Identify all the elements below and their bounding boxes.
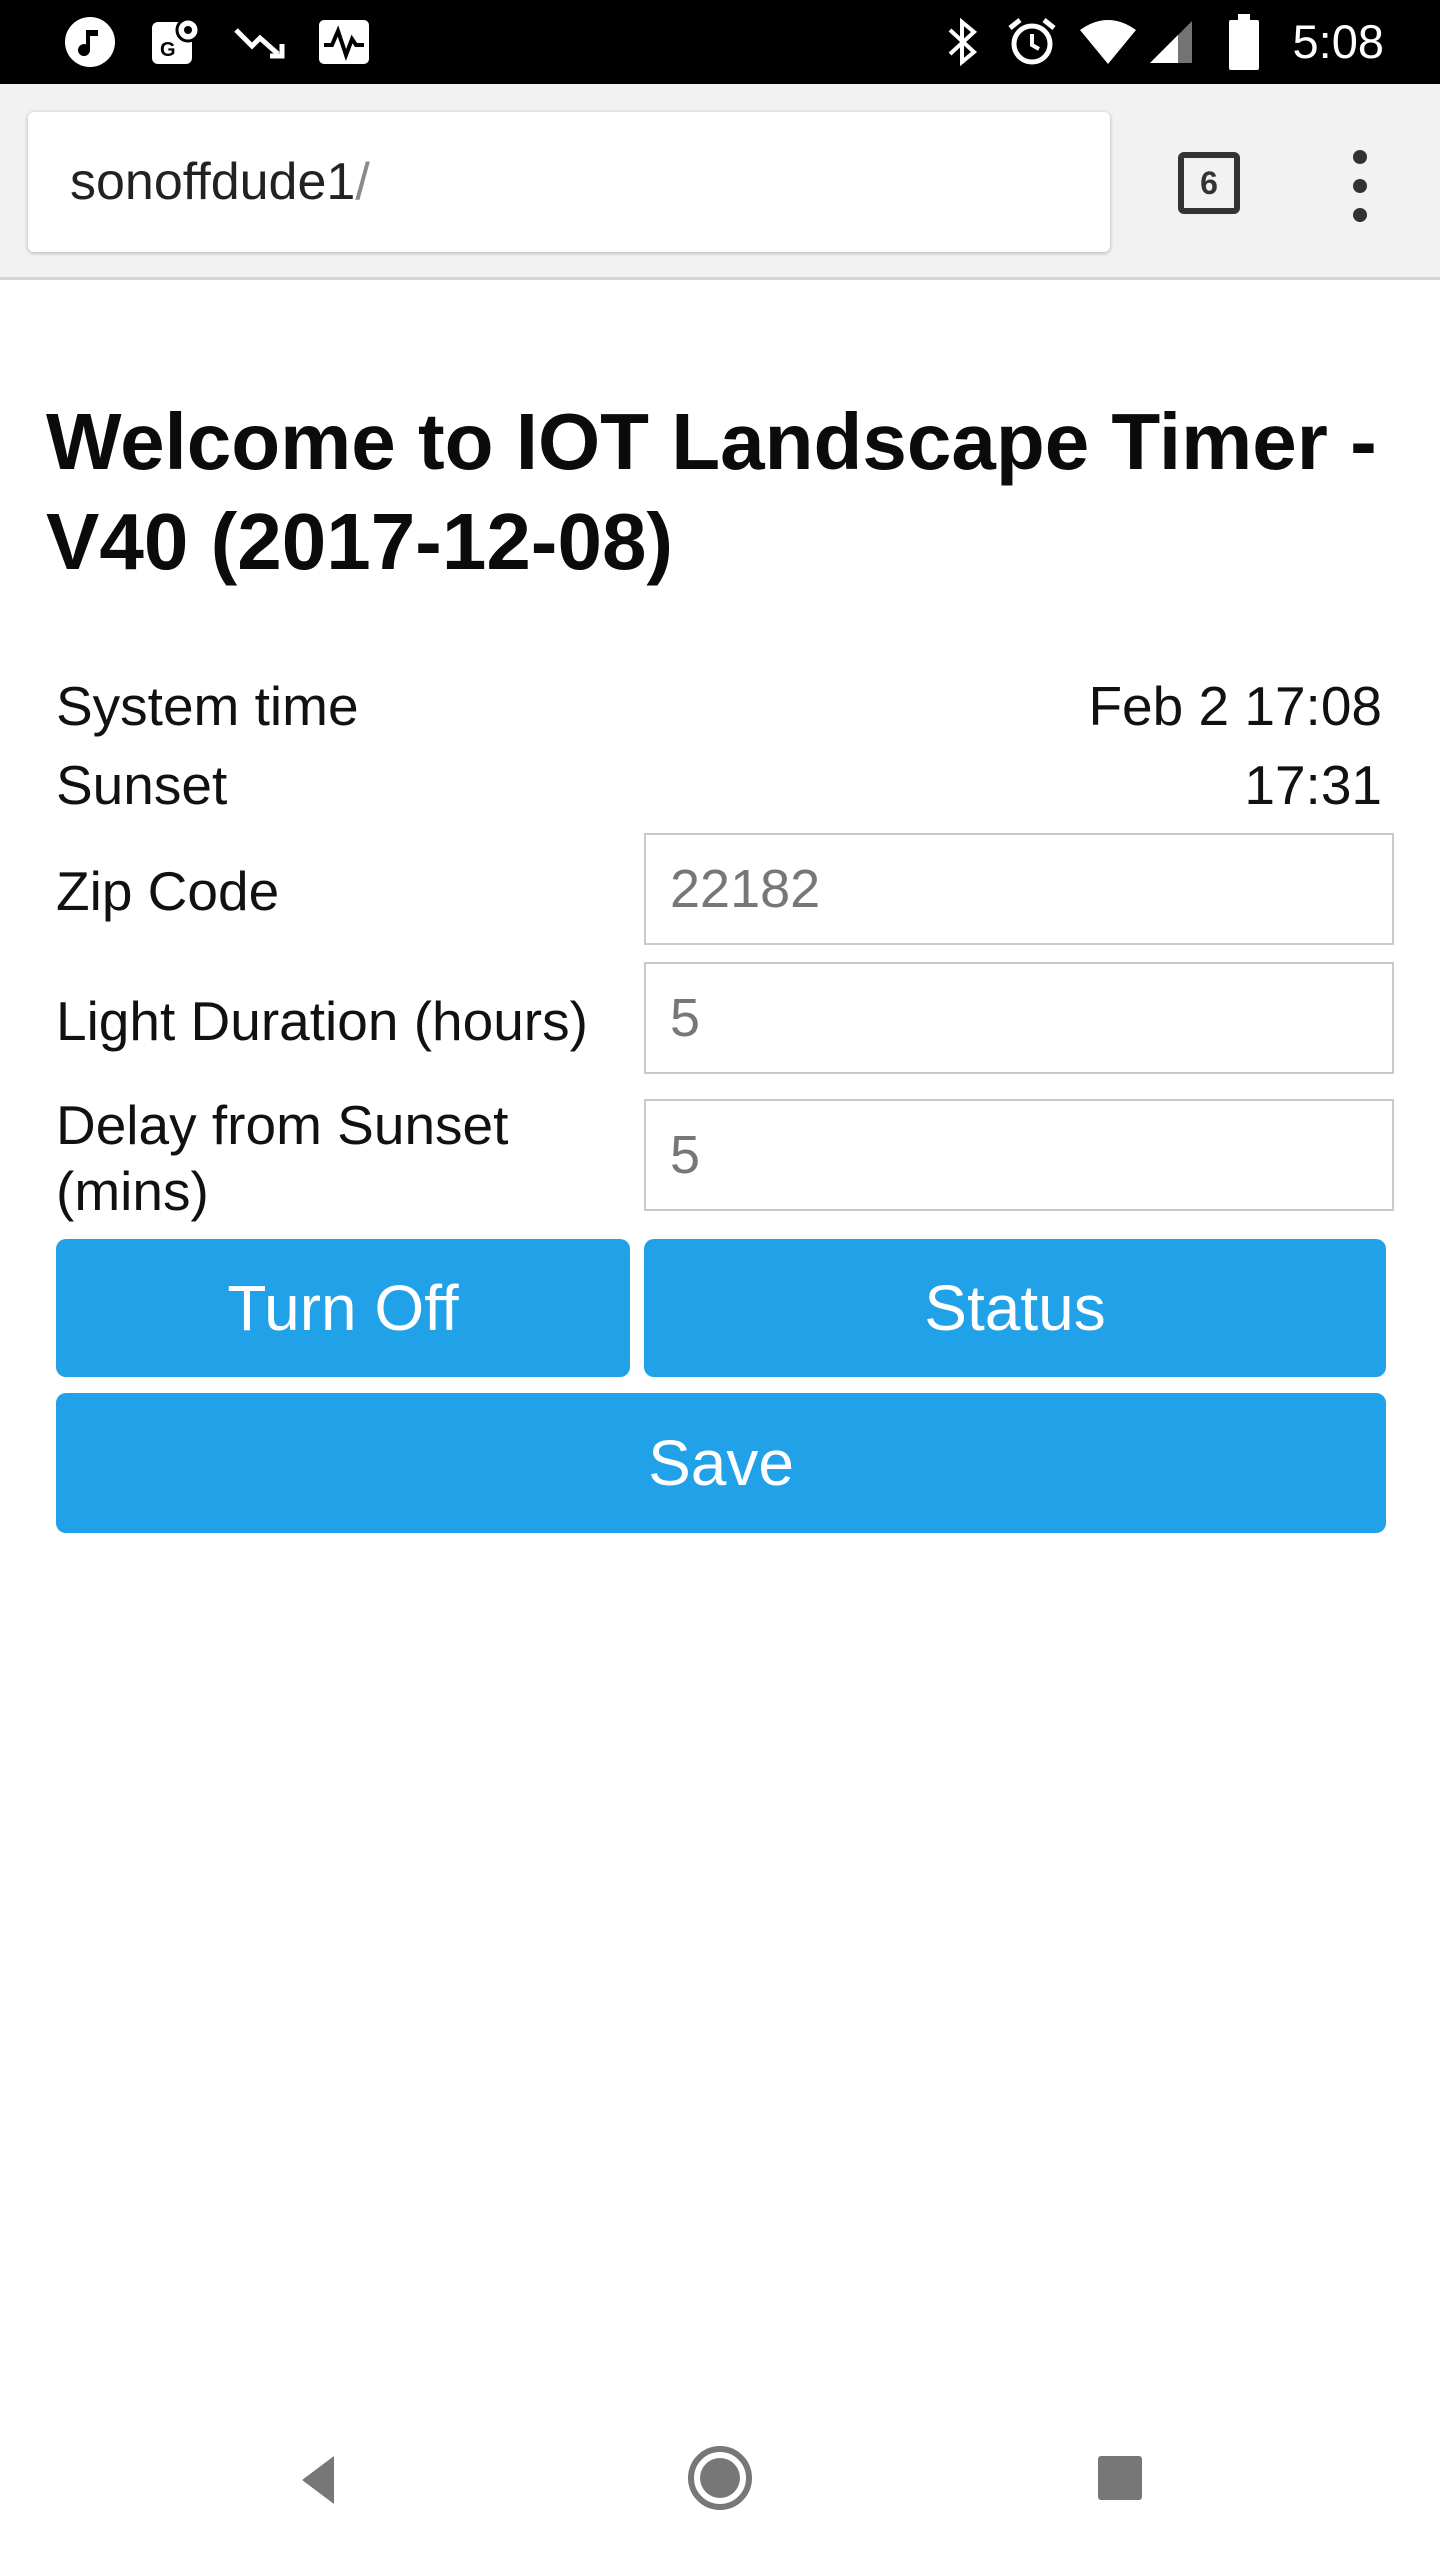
url-host: sonoffdude1 (70, 153, 356, 211)
overflow-menu-icon[interactable] (1340, 146, 1380, 226)
navigation-bar (0, 2400, 1440, 2560)
delay-label: Delay from Sunset (mins) (56, 1094, 509, 1222)
wifi-icon (1076, 0, 1140, 84)
svg-text:G: G (160, 39, 176, 61)
url-path: / (355, 153, 370, 211)
recents-icon[interactable] (1094, 2452, 1146, 2504)
address-bar[interactable]: sonoffdude1/ (28, 112, 1110, 252)
activity-icon (316, 0, 372, 84)
light-duration-label: Light Duration (hours) (56, 990, 588, 1052)
turn-off-button[interactable]: Turn Off (56, 1239, 630, 1377)
alarm-icon (1004, 0, 1060, 84)
light-duration-input[interactable] (644, 962, 1394, 1074)
status-bar: G 5:08 (0, 0, 1440, 84)
tab-count: 6 (1200, 165, 1218, 201)
save-button[interactable]: Save (56, 1393, 1386, 1533)
zip-code-label: Zip Code (56, 860, 280, 922)
music-note-icon (62, 0, 118, 84)
tab-switcher-icon[interactable]: 6 (1178, 152, 1240, 214)
trending-down-icon (232, 0, 288, 84)
battery-icon (1226, 0, 1262, 84)
clock: 5:08 (1292, 15, 1384, 68)
system-time-value: Feb 2 17:08 (1088, 675, 1382, 737)
back-icon[interactable] (292, 2450, 352, 2510)
cell-signal-icon (1146, 0, 1196, 84)
home-icon[interactable] (686, 2444, 754, 2512)
system-time-label: System time (56, 675, 359, 737)
url-text: sonoffdude1/ (70, 112, 370, 252)
sunset-value: 17:31 (1244, 754, 1382, 816)
maps-icon: G (148, 0, 204, 84)
delay-input[interactable] (644, 1099, 1394, 1211)
sunset-label: Sunset (56, 754, 228, 816)
page-title: Welcome to IOT Landscape Timer - V40 (20… (46, 397, 1377, 586)
status-button[interactable]: Status (644, 1239, 1386, 1377)
bluetooth-icon (940, 0, 986, 84)
zip-code-input[interactable] (644, 833, 1394, 945)
